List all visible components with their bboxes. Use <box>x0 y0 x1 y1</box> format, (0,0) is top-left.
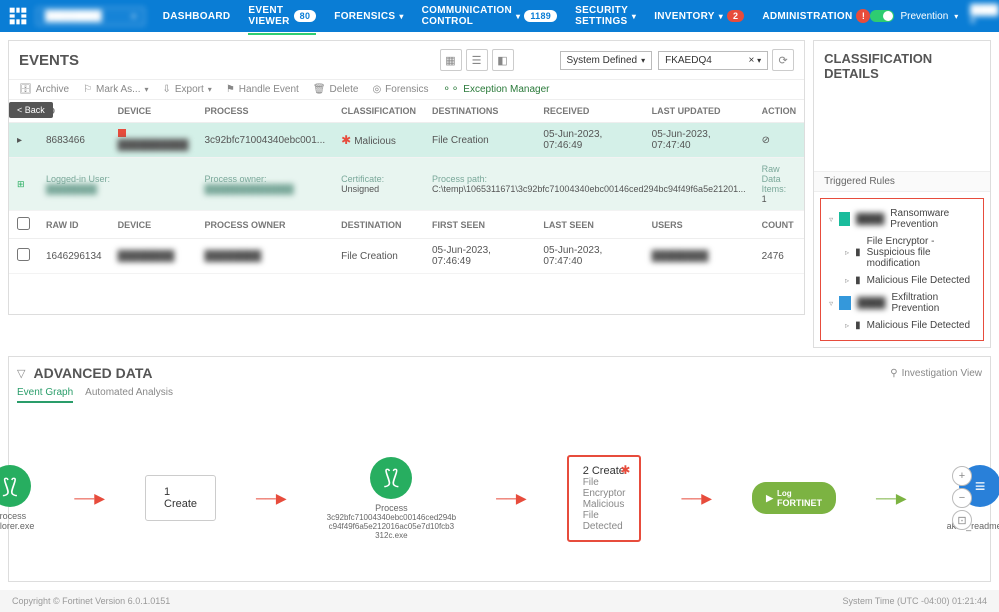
arrow-icon: ──▶ <box>496 490 527 507</box>
collapse-icon[interactable]: ▿ <box>829 299 833 308</box>
event-count-badge: 80 <box>294 10 317 22</box>
inventory-badge: 2 <box>727 10 744 22</box>
trash-icon: 🗑 <box>313 84 326 95</box>
arrow-icon: ──▶ <box>74 490 105 507</box>
refresh-icon[interactable]: ⟳ <box>772 49 794 71</box>
detail-view-icon[interactable]: ◧ <box>492 49 514 71</box>
main-nav: DASHBOARD EVENT VIEWER80 FORENSICS▾ COMM… <box>163 0 871 35</box>
system-time-text: System Time (UTC -04:00) 01:21:44 <box>842 596 987 606</box>
handle-event-button[interactable]: ⚑Handle Event <box>226 84 299 95</box>
raw-data-row[interactable]: 1646296134 ████████ ████████ File Creati… <box>9 239 804 274</box>
nav-inventory[interactable]: INVENTORY▾2 <box>654 2 744 30</box>
zoom-out-button[interactable]: − <box>952 488 972 508</box>
filter-select[interactable]: FKAEDQ4× ▾ <box>658 51 768 70</box>
select-all-checkbox[interactable] <box>17 217 30 230</box>
forensics-icon: ◎ <box>372 84 381 95</box>
events-panel: EVENTS ▦ ☰ ◧ System Defined▾ FKAEDQ4× ▾ … <box>8 40 805 315</box>
malicious-icon: ✱ <box>341 133 351 147</box>
process-node-icon: ⟆⟅ <box>370 457 412 499</box>
graph-node-process[interactable]: ⟆⟅ Process explorer.exe <box>0 465 34 531</box>
file-icon: ▮ <box>855 320 861 331</box>
exception-icon: ⚬⚬ <box>443 84 460 95</box>
top-navigation-bar: ████████▾ DASHBOARD EVENT VIEWER80 FOREN… <box>0 0 999 32</box>
flag-icon: ⚐ <box>83 84 92 95</box>
graph-node-process[interactable]: ⟆⟅ Process 3c92bfc71004340ebc00146ced294… <box>327 457 456 540</box>
nav-event-viewer[interactable]: EVENT VIEWER80 <box>248 0 316 35</box>
event-detail-row: ⊞ Logged-in User:████████ Process owner:… <box>9 158 804 211</box>
rule-item[interactable]: ▹▮Malicious File Detected <box>827 272 977 289</box>
malicious-icon: ✱ <box>620 463 630 477</box>
events-toolbar: 🗄Archive ⚐Mark As...▾ ⇩Export▾ ⚑Handle E… <box>9 80 804 100</box>
file-icon: ▮ <box>855 275 861 286</box>
comm-badge: 1189 <box>524 10 557 22</box>
prevention-toggle[interactable]: Prevention▾ <box>870 10 958 22</box>
archive-icon: 🗄 <box>19 84 32 95</box>
shield-blue-icon <box>839 296 851 310</box>
nav-dashboard[interactable]: DASHBOARD <box>163 3 231 30</box>
events-title: EVENTS <box>19 52 436 69</box>
row-checkbox[interactable] <box>17 248 30 261</box>
copyright-text: Copyright © Fortinet Version 6.0.1.0151 <box>12 596 170 606</box>
log-icon: ▶ <box>766 493 773 504</box>
archive-button[interactable]: 🗄Archive <box>19 84 69 95</box>
block-action-icon: ⊘ <box>762 135 770 146</box>
classification-panel: CLASSIFICATION DETAILS Triggered Rules ▿… <box>813 40 991 348</box>
severity-indicator-icon <box>118 129 126 137</box>
arrow-icon: ──▶ <box>256 490 287 507</box>
fortinet-logo-icon <box>8 4 28 28</box>
collapse-icon[interactable]: ▿ <box>829 215 833 224</box>
nav-comm-control[interactable]: COMMUNICATION CONTROL▾1189 <box>422 0 557 35</box>
rule-item[interactable]: ▹▮Malicious File Detected <box>827 317 977 334</box>
export-button[interactable]: ⇩Export▾ <box>163 84 212 95</box>
back-button[interactable]: < Back <box>9 102 53 118</box>
delete-button[interactable]: 🗑Delete <box>313 84 359 95</box>
event-row[interactable]: ▸ 8683466 ██████████ 3c92bfc71004340ebc0… <box>9 123 804 158</box>
toggle-switch-icon[interactable] <box>870 10 894 22</box>
tab-automated-analysis[interactable]: Automated Analysis <box>85 387 173 403</box>
exception-manager-button[interactable]: ⚬⚬Exception Manager <box>443 84 550 95</box>
arrow-icon: ──▶ <box>876 490 907 507</box>
export-icon: ⇩ <box>163 84 171 95</box>
tab-event-graph[interactable]: Event Graph <box>17 387 73 403</box>
graph-log-node[interactable]: ▶ LogFORTINET <box>752 482 836 514</box>
list-view-icon[interactable]: ☰ <box>466 49 488 71</box>
graph-edge-malicious[interactable]: ✱ 2 Create File Encryptor Malicious File… <box>567 455 642 542</box>
user-menu[interactable]: ████ ▾ <box>970 5 998 27</box>
advanced-title: ADVANCED DATA <box>33 365 152 381</box>
shield-green-icon <box>839 212 850 226</box>
tenant-selector[interactable]: ████████▾ <box>36 7 145 26</box>
table-header-row: ID DEVICE PROCESS CLASSIFICATION DESTINA… <box>9 100 804 123</box>
graph-edge-label[interactable]: 1 Create <box>145 475 216 521</box>
nav-forensics[interactable]: FORENSICS▾ <box>334 3 403 30</box>
zoom-in-button[interactable]: + <box>952 466 972 486</box>
grid-icon[interactable]: ⊞ <box>17 179 25 189</box>
triggered-rules-list: ▿████Ransomware Prevention ▹▮File Encryp… <box>820 198 984 341</box>
flag-solid-icon: ⚑ <box>226 84 235 95</box>
events-table: ID DEVICE PROCESS CLASSIFICATION DESTINA… <box>9 100 804 274</box>
rule-group[interactable]: ▿████Exfiltration Prevention <box>827 289 977 317</box>
file-icon: ▮ <box>855 247 861 258</box>
advanced-data-panel: ▽ ADVANCED DATA ⚲Investigation View Even… <box>8 356 991 582</box>
footer-bar: Copyright © Fortinet Version 6.0.1.0151 … <box>0 590 999 612</box>
investigation-icon: ⚲ <box>890 368 897 379</box>
nav-administration[interactable]: ADMINISTRATION! <box>762 1 870 31</box>
raw-header-row: RAW ID DEVICE PROCESS OWNER DESTINATION … <box>9 211 804 239</box>
forensics-button[interactable]: ◎Forensics <box>372 84 428 95</box>
zoom-fit-button[interactable]: ⊡ <box>952 510 972 530</box>
nav-security[interactable]: SECURITY SETTINGS▾ <box>575 0 636 35</box>
admin-warn-icon: ! <box>856 9 870 23</box>
classification-title: CLASSIFICATION DETAILS <box>814 41 990 91</box>
rule-item[interactable]: ▹▮File Encryptor - Suspicious file modif… <box>827 233 977 272</box>
mark-as-button[interactable]: ⚐Mark As...▾ <box>83 84 148 95</box>
triggered-rules-header: Triggered Rules <box>814 171 990 192</box>
rule-group[interactable]: ▿████Ransomware Prevention <box>827 205 977 233</box>
event-graph-canvas[interactable]: ⟆⟅ Process explorer.exe ──▶ 1 Create ──▶… <box>17 423 982 573</box>
collapse-caret-icon[interactable]: ▽ <box>17 367 25 380</box>
expand-arrow-icon[interactable]: ▸ <box>17 135 22 146</box>
arrow-icon: ──▶ <box>681 490 712 507</box>
zoom-controls: + − ⊡ <box>952 466 972 530</box>
investigation-view-link[interactable]: ⚲Investigation View <box>890 368 982 379</box>
grid-view-icon[interactable]: ▦ <box>440 49 462 71</box>
scope-select[interactable]: System Defined▾ <box>560 51 653 70</box>
